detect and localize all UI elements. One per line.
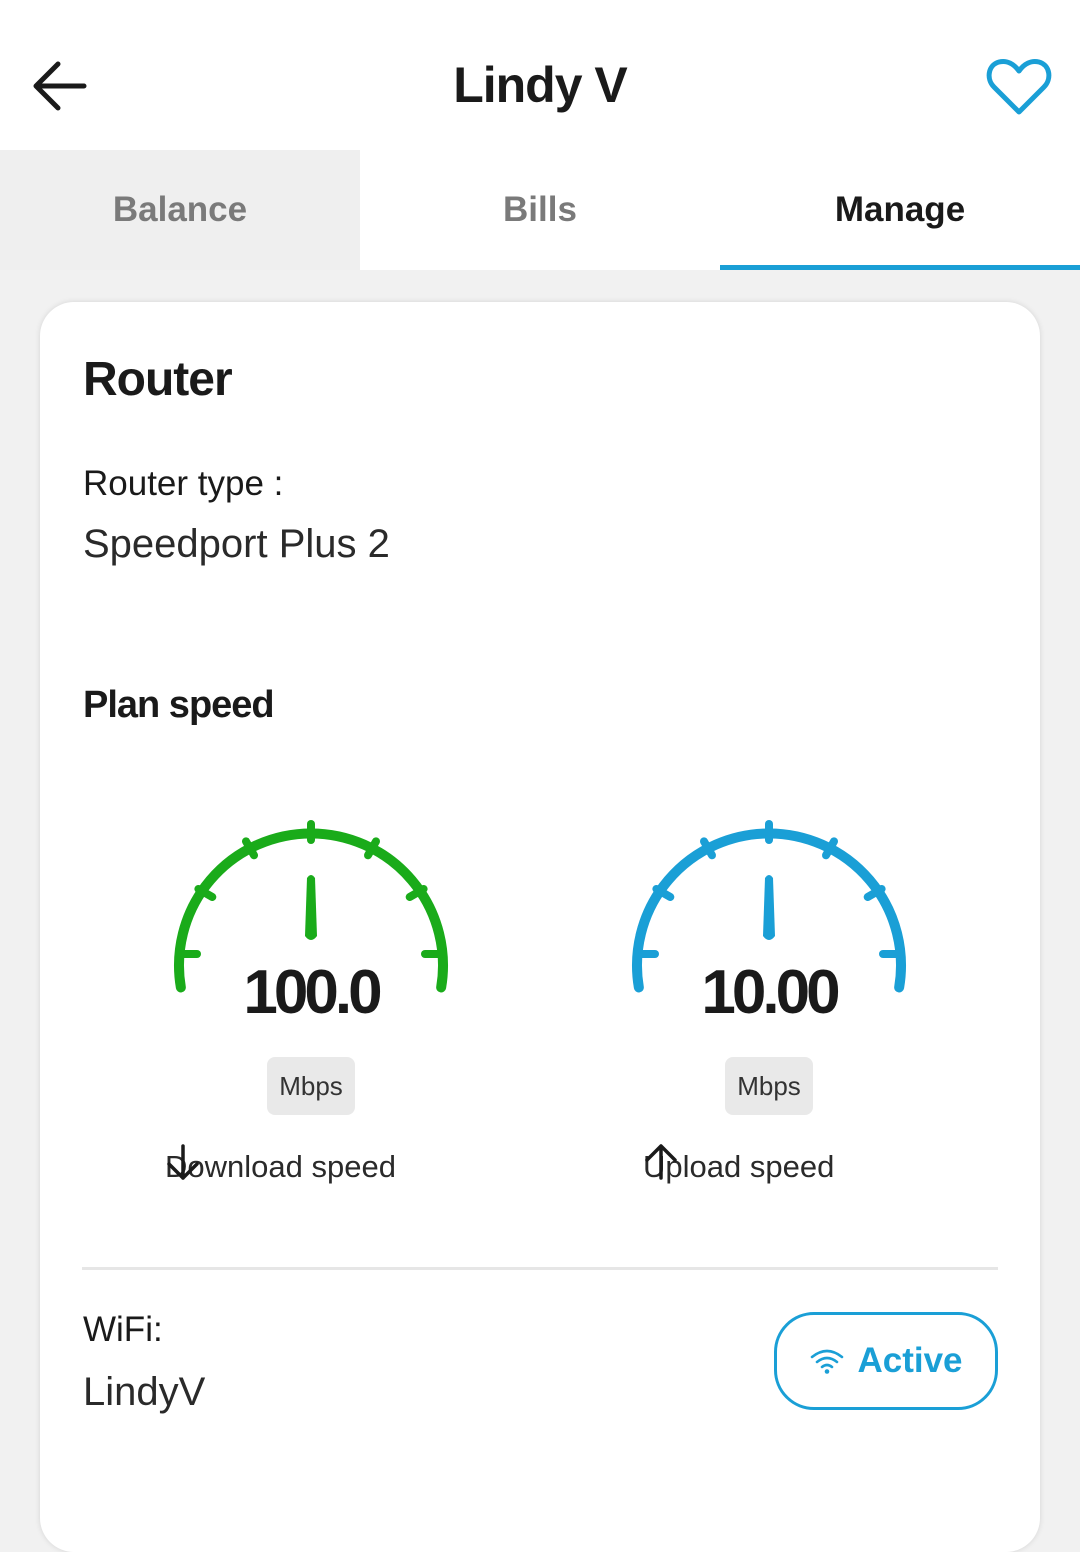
arrow-down-icon bbox=[167, 1144, 199, 1180]
app-header: Lindy V bbox=[0, 0, 1080, 150]
router-section-title: Router bbox=[83, 353, 233, 406]
tab-manage[interactable]: Manage bbox=[720, 150, 1080, 270]
heart-icon[interactable] bbox=[986, 56, 1052, 118]
wifi-label: WiFi: bbox=[83, 1310, 163, 1349]
wifi-icon bbox=[811, 1349, 844, 1374]
download-speed-label: Download speed bbox=[165, 1142, 396, 1192]
download-speed-value: 100.0 bbox=[243, 958, 382, 1027]
router-type-label: Router type : bbox=[83, 464, 284, 503]
wifi-status-text: Active bbox=[857, 1341, 963, 1380]
divider bbox=[82, 1267, 998, 1270]
plan-speed-title: Plan speed bbox=[83, 684, 275, 726]
tab-bills[interactable]: Bills bbox=[360, 150, 720, 270]
upload-speed-value: 10.00 bbox=[701, 958, 840, 1027]
router-type-value: Speedport Plus 2 bbox=[83, 522, 390, 566]
tab-balance[interactable]: Balance bbox=[0, 150, 360, 270]
wifi-name: LindyV bbox=[83, 1370, 206, 1414]
upload-unit-badge: Mbps bbox=[725, 1057, 813, 1115]
arrow-up-icon bbox=[645, 1144, 677, 1180]
upload-speed-label: Upload speed bbox=[643, 1142, 834, 1192]
download-unit-badge: Mbps bbox=[267, 1057, 355, 1115]
page-title: Lindy V bbox=[453, 57, 628, 113]
tab-bar: Balance Bills Manage bbox=[0, 150, 1080, 270]
router-card: Router Router type : Speedport Plus 2 Pl… bbox=[40, 302, 1040, 1552]
wifi-status-button[interactable]: Active bbox=[774, 1312, 998, 1410]
